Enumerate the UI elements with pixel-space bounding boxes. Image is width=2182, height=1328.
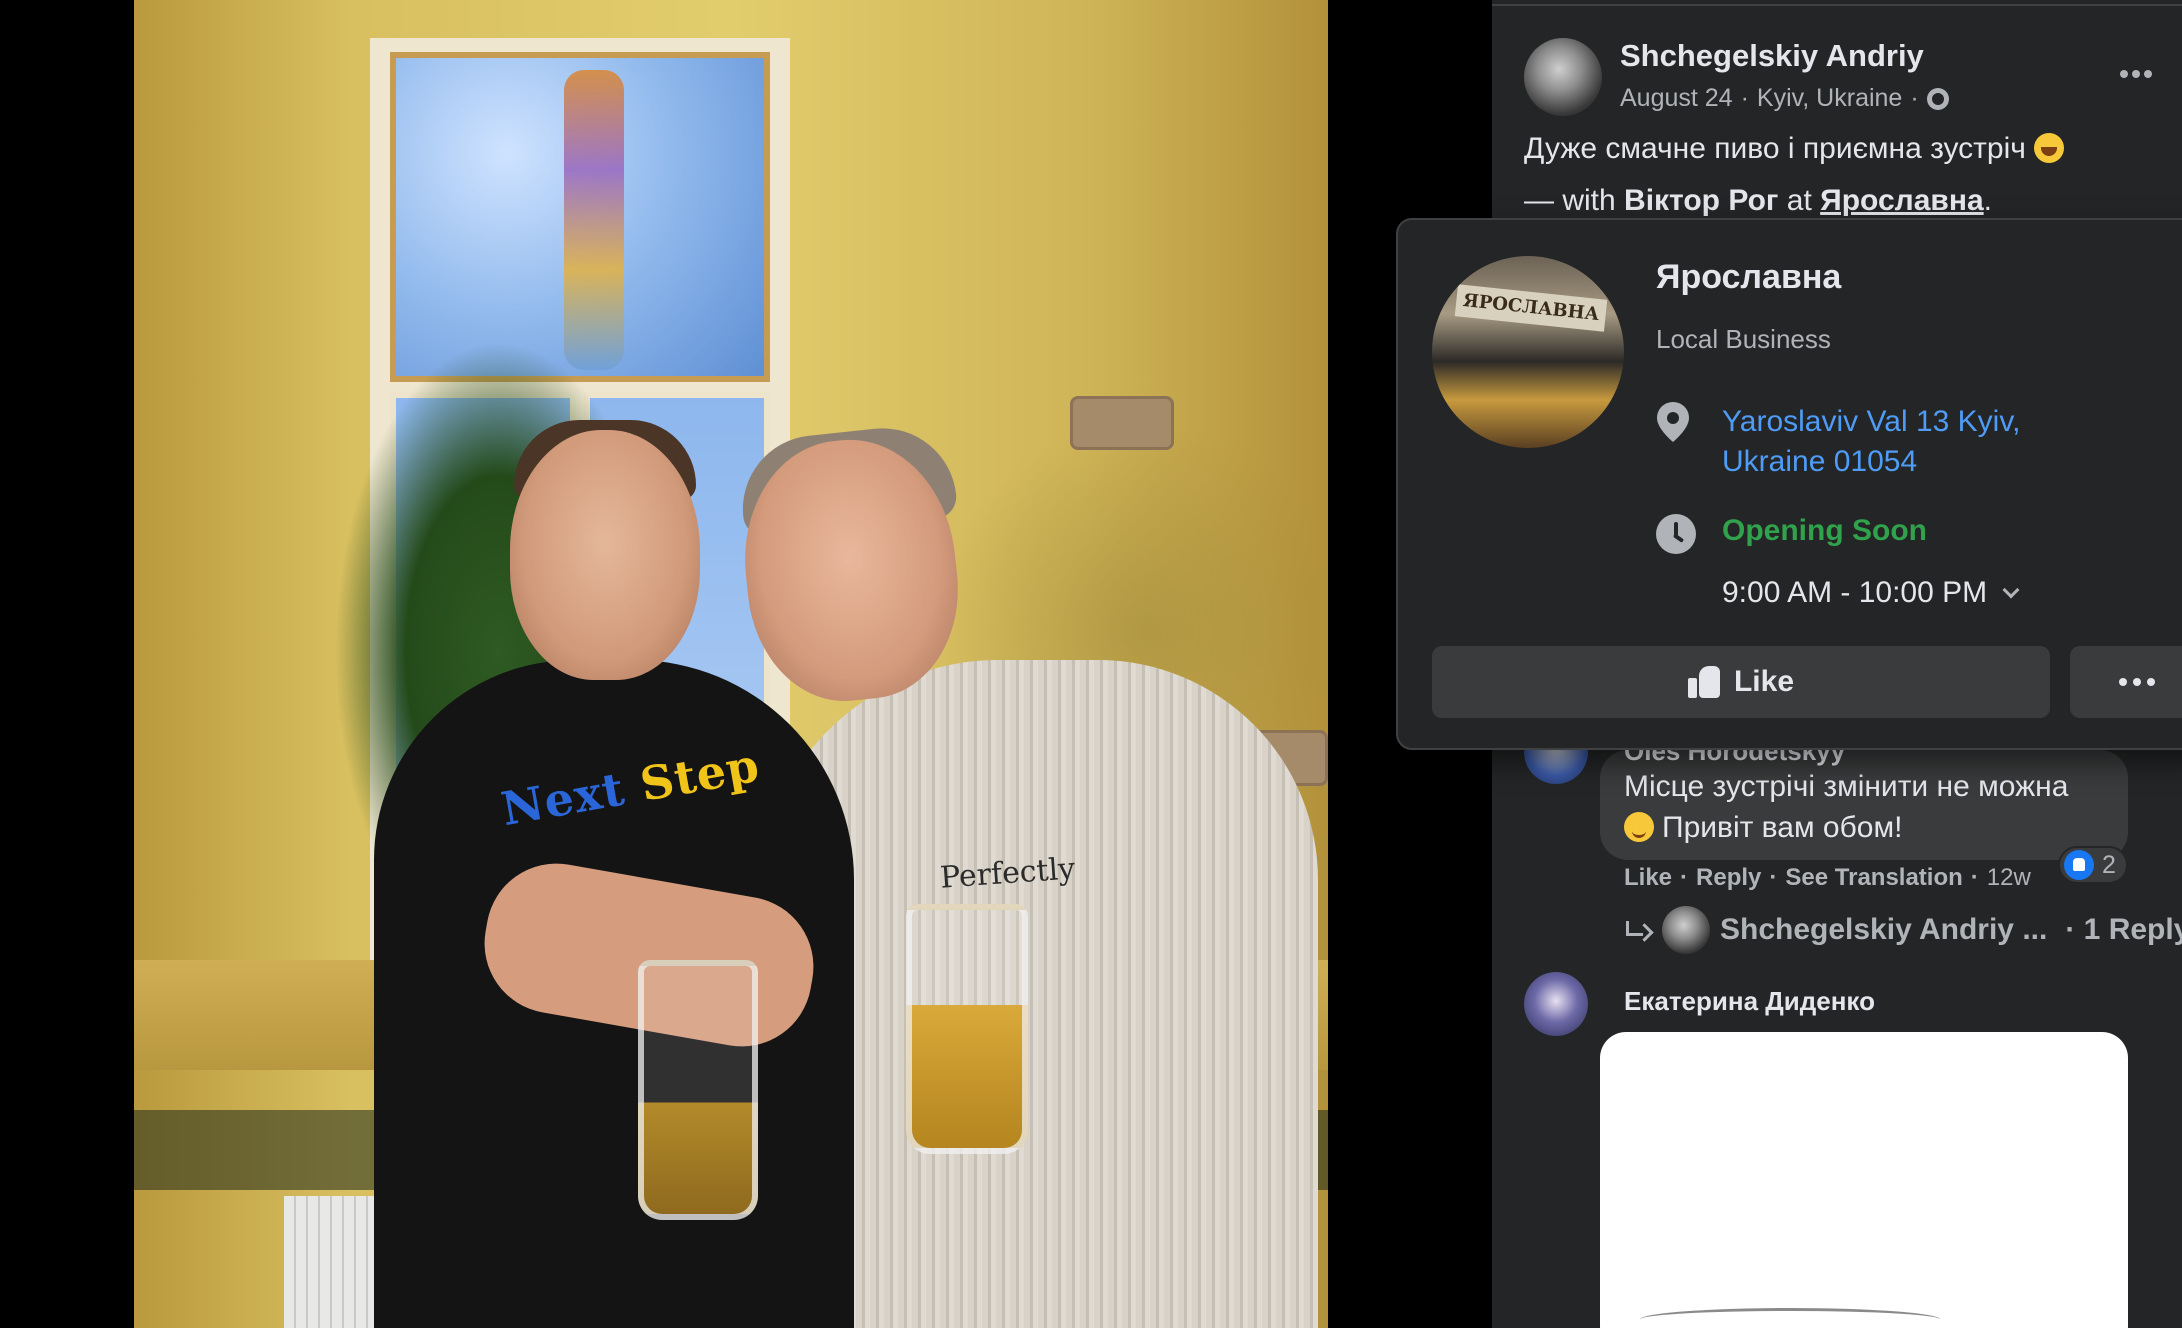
comment-reply-link[interactable]: Reply (1696, 864, 1761, 892)
comment-actions: Like · Reply · See Translation · 12w (1624, 864, 2031, 892)
reply-count: · 1 Reply (2065, 913, 2182, 946)
comment-line-2: Привіт вам обом! (1662, 811, 1903, 844)
opening-status: Opening Soon (1722, 514, 1927, 547)
dot-icon (2147, 678, 2155, 686)
reply-avatar (1662, 906, 1710, 954)
comment-like-link[interactable]: Like (1624, 864, 1672, 892)
post-date[interactable]: August 24 (1620, 84, 1733, 113)
thumbs-up-icon (1687, 666, 1720, 698)
reply-arrow-icon (1624, 919, 1652, 941)
dot-icon (2132, 70, 2140, 78)
tagged-person-link[interactable]: Віктор Рог (1624, 184, 1778, 217)
like-button-label: Like (1733, 665, 1795, 698)
chevron-down-icon (2002, 581, 2020, 599)
author-avatar[interactable] (1524, 38, 1602, 116)
globe-icon (1926, 87, 1949, 110)
dot-icon (2144, 70, 2152, 78)
more-options-button[interactable] (2070, 646, 2182, 718)
post-text-body: Дуже смачне пиво і приємна зустріч (1524, 132, 2026, 165)
post-author[interactable]: Shchegelskiy Andriy (1620, 38, 1924, 74)
place-address-link[interactable]: Yaroslaviv Val 13 Kyiv, Ukraine 01054 (1722, 402, 2022, 482)
like-page-button[interactable]: Like (1432, 646, 2050, 718)
beer-mug-left (638, 960, 758, 1220)
reply-author: Shchegelskiy Andriy ... (1720, 913, 2048, 946)
action-separator: · (1970, 864, 1979, 891)
comment-author[interactable]: Екатерина Диденко (1624, 986, 1875, 1017)
commenter-avatar[interactable] (1524, 972, 1588, 1036)
with-prefix: — with (1524, 184, 1616, 217)
view-replies-link[interactable]: Shchegelskiy Andriy ... · 1 Reply (1624, 906, 2182, 954)
photo-viewer: Next Step Perfectly (0, 0, 1492, 1328)
wall-plaque (1070, 396, 1174, 450)
clock-icon (1656, 514, 1696, 554)
place-avatar[interactable]: ЯРОСЛАВНА (1432, 256, 1624, 448)
dot-icon (2133, 678, 2141, 686)
beer-mug-right (906, 904, 1028, 1154)
post-photo[interactable]: Next Step Perfectly (134, 0, 1328, 1328)
post-options-button[interactable] (2112, 56, 2160, 92)
place-link[interactable]: Ярославна (1820, 184, 1984, 217)
place-name[interactable]: Ярославна (1656, 258, 1841, 297)
place-sign: ЯРОСЛАВНА (1454, 284, 1608, 332)
meta-separator: · (1910, 84, 1919, 112)
reaction-count[interactable]: 2 (2058, 846, 2128, 884)
at-word: at (1786, 184, 1812, 217)
comment-time[interactable]: 12w (1987, 864, 2031, 892)
smile-emoji-icon (1624, 812, 1654, 842)
post-tags: — with Віктор Рог at Ярославна. (1524, 184, 1992, 218)
place-category: Local Business (1656, 324, 1831, 354)
action-separator: · (1680, 864, 1689, 891)
hours-text: 9:00 AM - 10:00 PM (1722, 576, 1988, 609)
divider (1492, 4, 2182, 6)
see-translation-link[interactable]: See Translation (1785, 864, 1962, 892)
place-hovercard: ЯРОСЛАВНА Ярославна Local Business Yaros… (1396, 218, 2182, 750)
post-text: Дуже смачне пиво і приємна зустріч (1524, 132, 2064, 166)
hours-dropdown[interactable]: 9:00 AM - 10:00 PM (1722, 576, 2020, 610)
like-reaction-icon (2064, 850, 2094, 880)
dot-icon (2119, 678, 2127, 686)
location-pin-icon (1657, 402, 1689, 442)
meta-separator: · (1740, 84, 1749, 112)
period: . (1983, 184, 1992, 217)
dot-icon (2120, 70, 2128, 78)
post-location[interactable]: Kyiv, Ukraine (1757, 84, 1902, 113)
person-left-head (510, 430, 700, 680)
action-separator: · (1769, 864, 1778, 891)
laughing-emoji-icon (2033, 133, 2064, 163)
comment-image[interactable] (1600, 1032, 2128, 1328)
comment-line-1: Місце зустрічі змінити не можна (1624, 770, 2069, 803)
post-meta: August 24 · Kyiv, Ukraine · (1620, 84, 1949, 113)
stained-glass-ornament (564, 70, 624, 370)
reaction-count-value: 2 (2102, 850, 2116, 879)
comment-text: Місце зустрічі змінити не можна Привіт в… (1624, 766, 2124, 848)
